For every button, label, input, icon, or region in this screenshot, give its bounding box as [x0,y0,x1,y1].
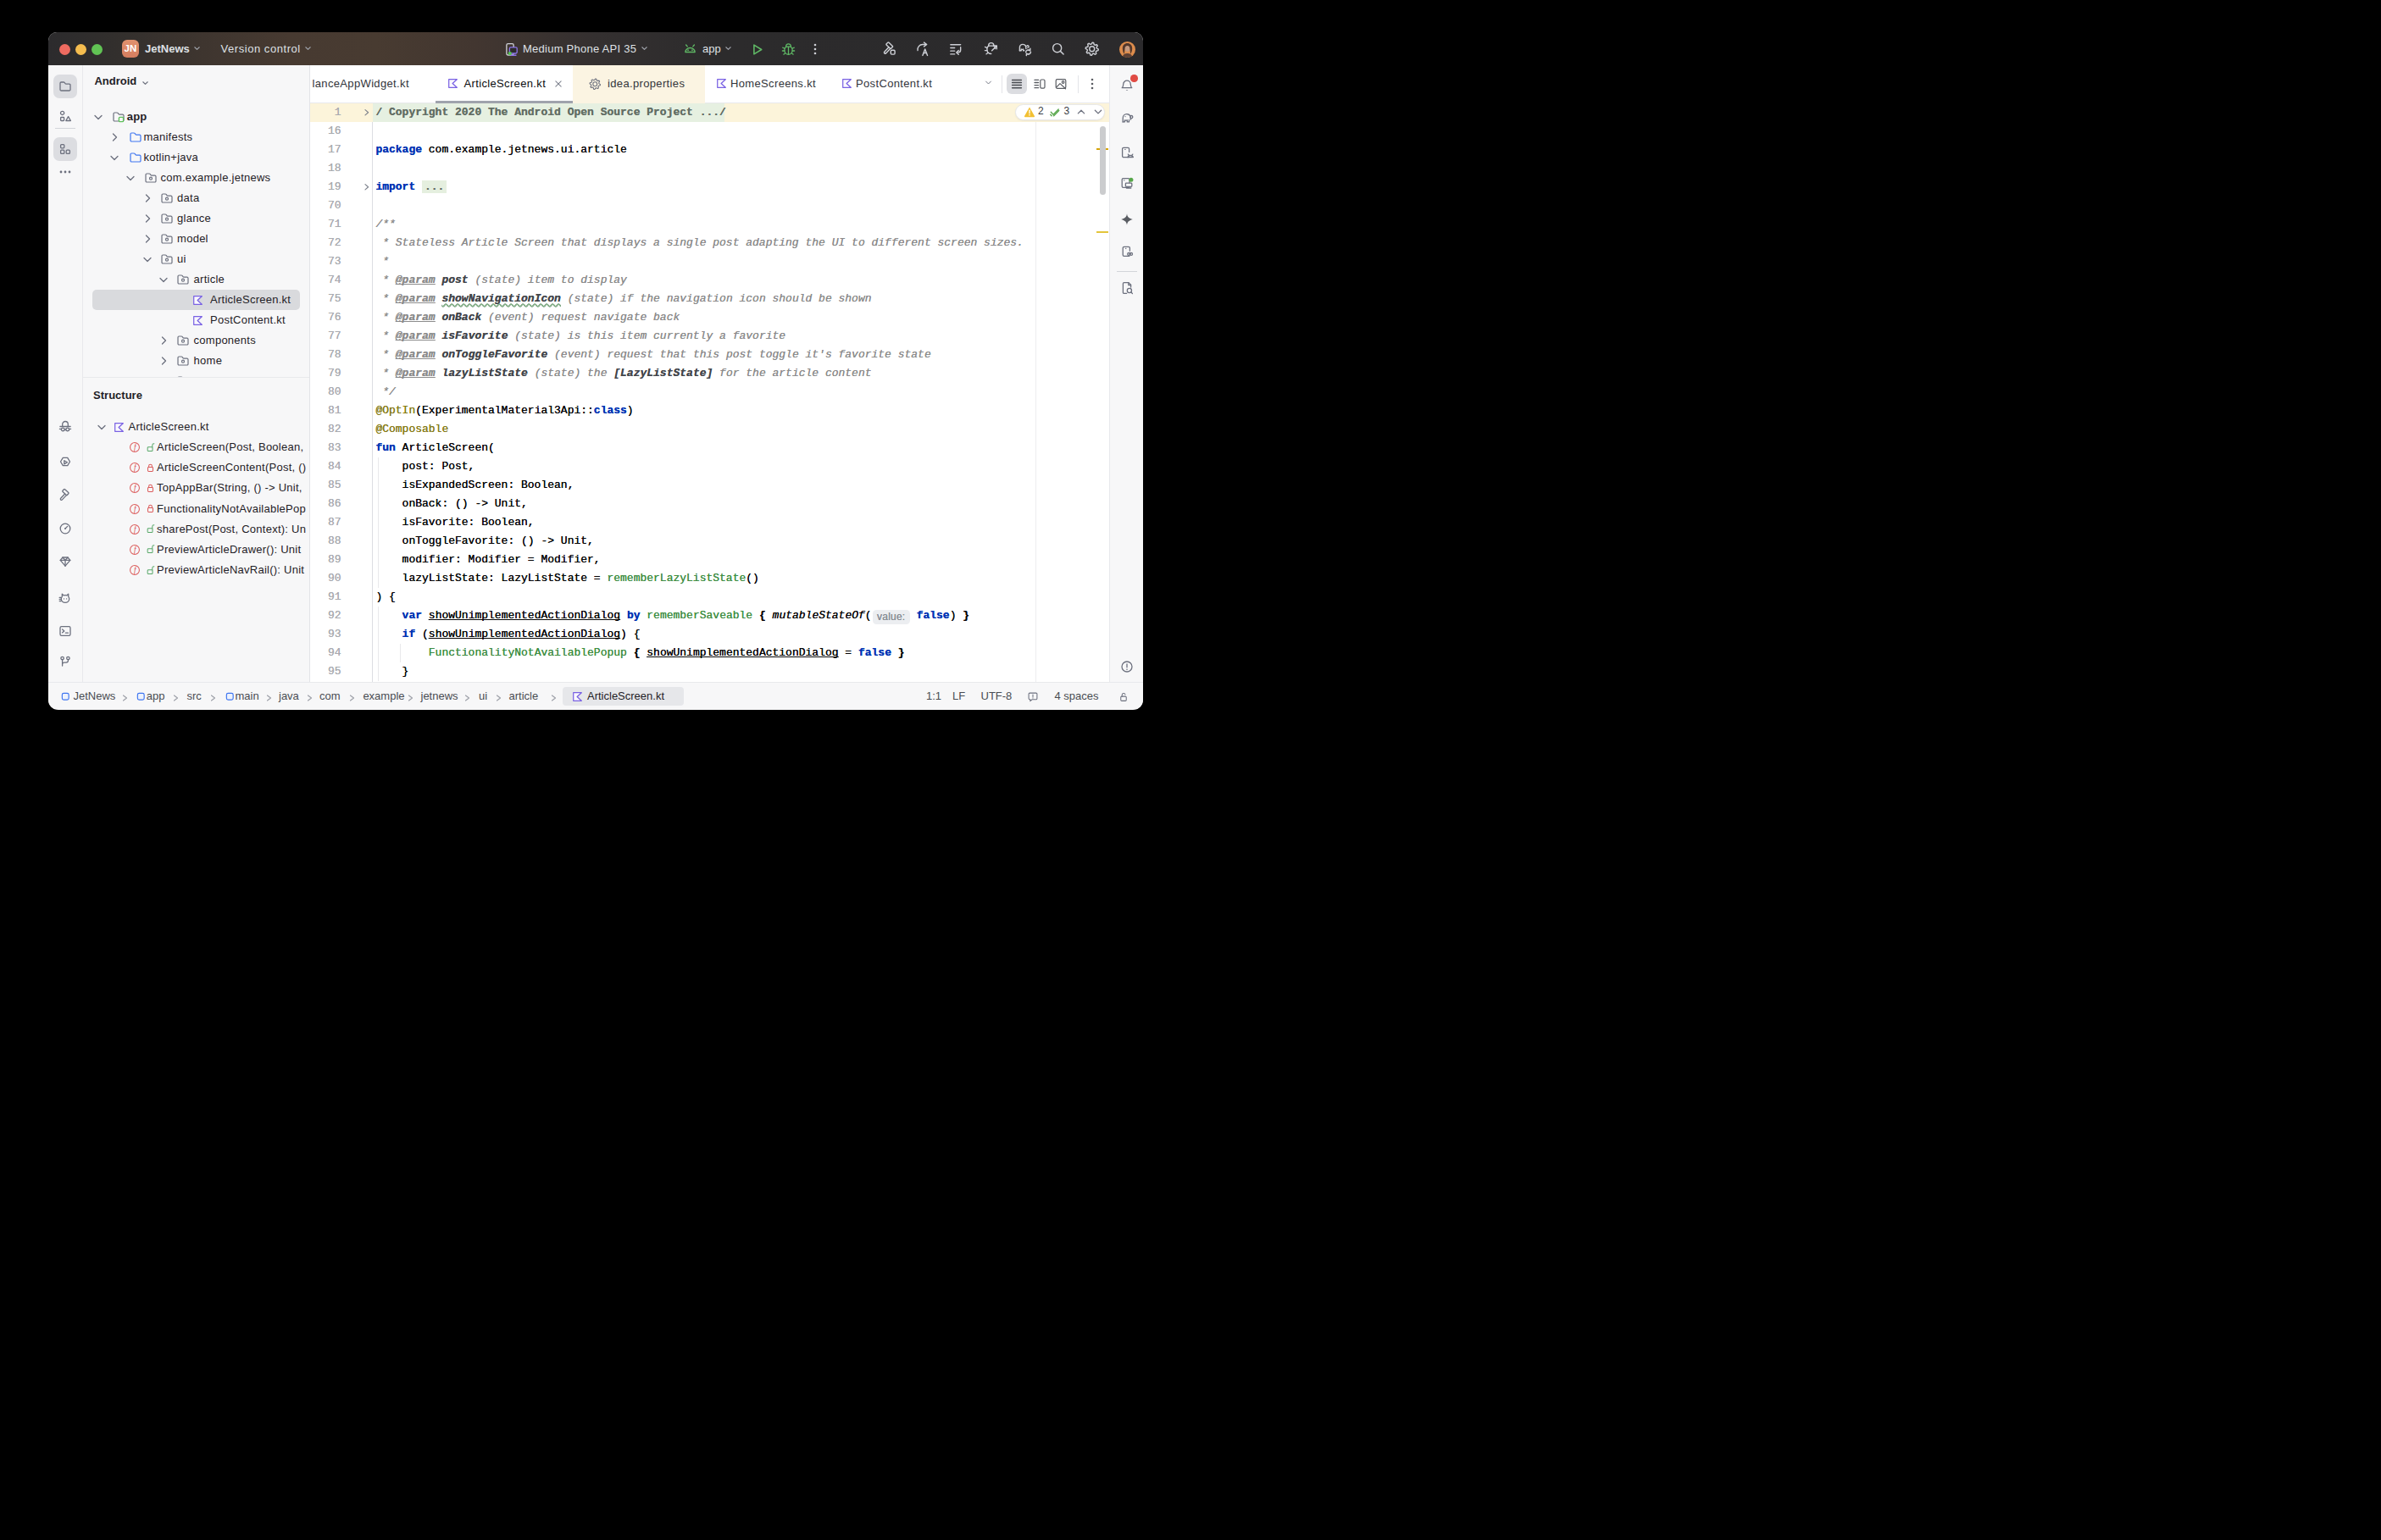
svg-text:f: f [134,484,137,493]
svg-text:f: f [134,565,137,574]
svg-text:f: f [134,463,137,473]
svg-text:f: f [134,504,137,513]
svg-text:f: f [134,524,137,534]
svg-text:f: f [134,442,137,451]
svg-text:f: f [134,545,137,554]
